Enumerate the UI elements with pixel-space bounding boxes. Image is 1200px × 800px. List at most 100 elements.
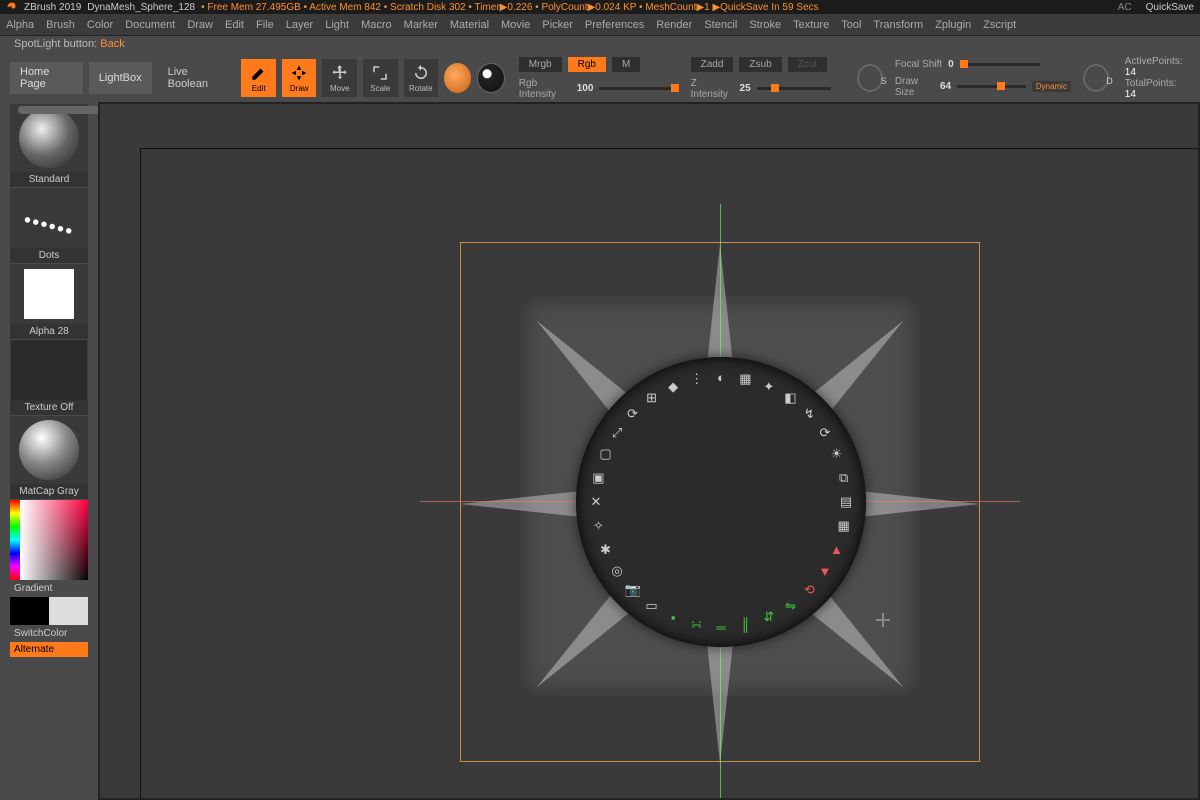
menu-material[interactable]: Material [450, 19, 489, 31]
rotate-icon[interactable]: ⟳ [623, 404, 643, 424]
menu-color[interactable]: Color [87, 19, 113, 31]
z-intensity-slider[interactable] [757, 87, 831, 90]
tile-unified-icon[interactable]: ∺ [687, 615, 707, 635]
fill-icon[interactable]: ▤ [836, 492, 856, 512]
menu-draw[interactable]: Draw [187, 19, 213, 31]
pin-icon[interactable]: ✱ [596, 540, 616, 560]
snapshot-icon[interactable]: 📷 [623, 580, 643, 600]
delete-icon[interactable]: ✕ [586, 492, 606, 512]
menu-brush[interactable]: Brush [46, 19, 75, 31]
menu-tool[interactable]: Tool [841, 19, 861, 31]
clone-icon[interactable]: ⧉ [834, 468, 854, 488]
material-ball-icon[interactable] [477, 63, 504, 93]
opacity-icon[interactable]: ◐ [711, 367, 731, 387]
switchcolor-button[interactable]: SwitchColor [10, 626, 88, 641]
sv-gradient[interactable] [20, 500, 88, 580]
layer-up-icon[interactable]: ▲ [826, 540, 846, 560]
menu-alpha[interactable]: Alpha [6, 19, 34, 31]
intensity-icon[interactable]: ☀ [826, 444, 846, 464]
zsub-toggle[interactable]: Zsub [739, 57, 781, 72]
lightbox-button[interactable]: LightBox [89, 62, 152, 94]
move-mode-button[interactable]: Move [322, 59, 357, 97]
ac-indicator: AC [1118, 2, 1132, 13]
draw-mode-button[interactable]: Draw [282, 59, 317, 97]
material-slot[interactable]: MatCap Gray [10, 416, 88, 499]
spotlight-dial[interactable]: ◐▦✦◧↯⟳☀⧉▤▦▲▼⟲⇋⇵║═∺▪▭📷◎✱✧✕▣▢⤢⟳⊞◆⋮ [576, 357, 866, 647]
nudge-icon[interactable]: ✧ [588, 516, 608, 536]
extra2-icon[interactable]: ⋮ [687, 369, 707, 389]
flip-h-icon[interactable]: ⇋ [780, 596, 800, 616]
zadd-toggle[interactable]: Zadd [691, 57, 734, 72]
edit-icon [250, 64, 268, 82]
alpha-slot[interactable]: Alpha 28 [10, 264, 88, 339]
front-icon[interactable]: ▣ [588, 468, 608, 488]
menu-transform[interactable]: Transform [873, 19, 923, 31]
active-color-swatch[interactable] [444, 63, 471, 93]
tile-h-icon[interactable]: ║ [735, 615, 755, 635]
menu-preferences[interactable]: Preferences [585, 19, 644, 31]
menu-marker[interactable]: Marker [404, 19, 438, 31]
layer-down-icon[interactable]: ▼ [815, 561, 835, 581]
restore-icon[interactable]: ⟲ [799, 580, 819, 600]
focal-shift-slider[interactable] [960, 63, 1040, 66]
menu-light[interactable]: Light [325, 19, 349, 31]
tile-selected-icon[interactable]: ▪ [663, 607, 683, 627]
menu-file[interactable]: File [256, 19, 274, 31]
texture-slot[interactable]: Texture Off [10, 340, 88, 415]
tile-prop-icon[interactable]: ⊞ [642, 388, 662, 408]
smudge-icon[interactable]: ✦ [759, 377, 779, 397]
home-page-button[interactable]: Home Page [10, 62, 83, 94]
alpha-label: Alpha 28 [10, 324, 88, 339]
frame-icon[interactable]: ▭ [642, 596, 662, 616]
menu-layer[interactable]: Layer [286, 19, 314, 31]
live-boolean-button[interactable]: Live Boolean [158, 66, 236, 90]
saturation-icon[interactable]: ↯ [799, 404, 819, 424]
draw-size-slider[interactable] [957, 85, 1026, 88]
menu-movie[interactable]: Movie [501, 19, 530, 31]
m-toggle[interactable]: M [612, 57, 640, 72]
mrgb-toggle[interactable]: Mrgb [519, 57, 562, 72]
extra1-icon[interactable]: ◆ [663, 377, 683, 397]
contrast-icon[interactable]: ◧ [780, 388, 800, 408]
menu-edit[interactable]: Edit [225, 19, 244, 31]
scale-icon[interactable]: ⤢ [607, 423, 627, 443]
hue-strip[interactable] [10, 500, 20, 580]
rgb-toggle[interactable]: Rgb [568, 57, 606, 72]
grid-icon[interactable]: ▦ [834, 516, 854, 536]
edit-mode-button[interactable]: Edit [241, 59, 276, 97]
menu-document[interactable]: Document [125, 19, 175, 31]
swatch-main[interactable] [10, 597, 49, 625]
menu-render[interactable]: Render [656, 19, 692, 31]
back-icon[interactable]: ▢ [596, 444, 616, 464]
flip-v-icon[interactable]: ⇵ [759, 607, 779, 627]
tray-scrollbar[interactable] [18, 106, 108, 114]
menu-picker[interactable]: Picker [542, 19, 573, 31]
alternate-button[interactable]: Alternate [10, 642, 88, 657]
menu-zplugin[interactable]: Zplugin [935, 19, 971, 31]
menu-macro[interactable]: Macro [361, 19, 392, 31]
rgb-intensity-slider[interactable] [599, 87, 670, 90]
paint-icon[interactable]: ▦ [735, 369, 755, 389]
color-picker[interactable] [10, 500, 88, 580]
brush-slot[interactable]: Standard [10, 104, 88, 187]
menu-stencil[interactable]: Stencil [704, 19, 737, 31]
quicksave-button[interactable]: QuickSave [1146, 2, 1194, 13]
gradient-label[interactable]: Gradient [10, 581, 88, 596]
d-gauge-icon[interactable] [1083, 64, 1109, 92]
menu-stroke[interactable]: Stroke [749, 19, 781, 31]
spotlight-icon[interactable]: ◎ [607, 561, 627, 581]
zcut-toggle[interactable]: Zcut [788, 57, 827, 72]
swatch-secondary[interactable] [49, 597, 88, 625]
scale-mode-button[interactable]: Scale [363, 59, 398, 97]
rotate-mode-button[interactable]: Rotate [404, 59, 439, 97]
focal-shift-label: Focal Shift [895, 59, 942, 70]
draw-icon [290, 64, 308, 82]
dynamic-toggle[interactable]: Dynamic [1032, 81, 1071, 92]
menu-texture[interactable]: Texture [793, 19, 829, 31]
s-gauge-icon[interactable] [857, 64, 883, 92]
hue-icon[interactable]: ⟳ [815, 423, 835, 443]
viewport[interactable]: ◐▦✦◧↯⟳☀⧉▤▦▲▼⟲⇋⇵║═∺▪▭📷◎✱✧✕▣▢⤢⟳⊞◆⋮ [98, 102, 1200, 800]
stroke-slot[interactable]: Dots [10, 188, 88, 263]
tile-v-icon[interactable]: ═ [711, 617, 731, 637]
menu-zscript[interactable]: Zscript [983, 19, 1016, 31]
